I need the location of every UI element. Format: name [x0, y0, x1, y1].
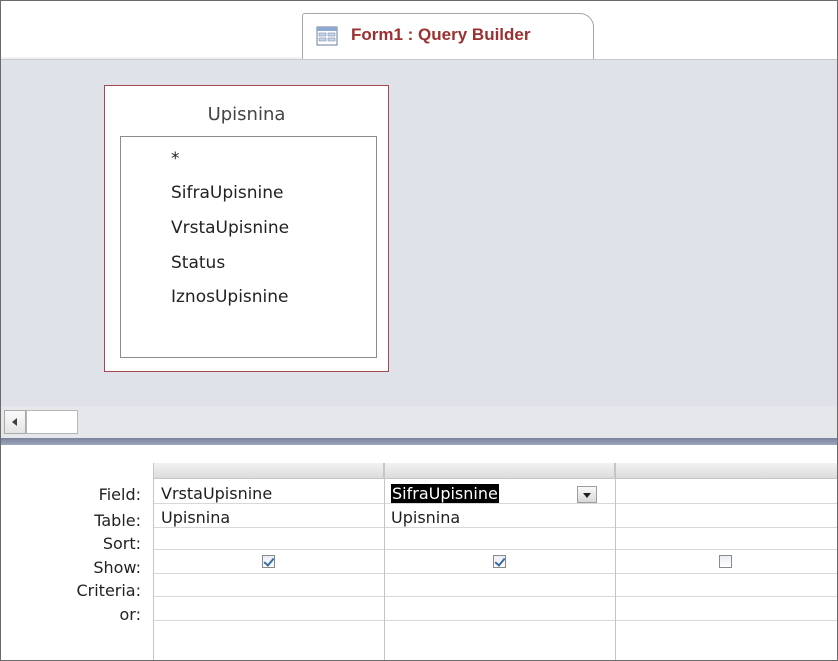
row-label-sort: Sort: [102, 534, 141, 553]
field-list-item[interactable]: VrstaUpisnine [171, 218, 289, 238]
table-cell[interactable]: Upisnina [391, 508, 460, 527]
grid-line [154, 620, 837, 621]
query-design-grid-area: Field: Table: Sort: Show: Criteria: or: … [1, 445, 837, 660]
query-design-grid[interactable]: VrstaUpisnine Upisnina SifraUpisnine Upi… [153, 463, 837, 660]
field-list-item[interactable]: IznosUpisnine [171, 287, 289, 307]
column-selector[interactable] [154, 463, 384, 479]
query-form-icon [316, 26, 338, 46]
field-list-item[interactable]: Status [171, 253, 225, 273]
grid-line [154, 573, 837, 574]
tab-strip: Form1 : Query Builder [1, 1, 837, 61]
column-selector[interactable] [384, 463, 615, 479]
field-cell[interactable]: VrstaUpisnine [161, 484, 272, 503]
table-title[interactable]: Upisnina [105, 104, 388, 125]
chevron-down-icon[interactable] [577, 486, 597, 503]
scroll-left-arrow-icon[interactable] [4, 410, 26, 434]
show-checkbox[interactable] [262, 555, 275, 568]
horizontal-scrollbar[interactable] [1, 406, 837, 438]
pane-splitter[interactable] [1, 438, 837, 445]
field-list[interactable]: * SifraUpisnine VrstaUpisnine Status Izn… [120, 136, 377, 358]
grid-line [154, 596, 837, 597]
row-label-or: or: [119, 605, 141, 624]
query-design-area[interactable]: Upisnina * SifraUpisnine VrstaUpisnine S… [1, 59, 837, 406]
row-label-table: Table: [94, 511, 141, 530]
scrollbar-thumb[interactable] [26, 410, 78, 434]
grid-line [615, 463, 616, 660]
grid-line [154, 503, 837, 504]
column-selector[interactable] [615, 463, 837, 479]
table-cell[interactable]: Upisnina [161, 508, 230, 527]
selected-field-text: SifraUpisnine [391, 484, 499, 503]
grid-line [384, 463, 385, 660]
field-list-item[interactable]: SifraUpisnine [171, 183, 283, 203]
row-label-field: Field: [98, 485, 141, 504]
tab-query-builder[interactable]: Form1 : Query Builder [302, 13, 594, 59]
show-checkbox[interactable] [493, 555, 506, 568]
table-field-list-window[interactable]: Upisnina * SifraUpisnine VrstaUpisnine S… [104, 85, 389, 372]
query-builder-window: Form1 : Query Builder Upisnina * SifraUp… [0, 0, 838, 661]
field-cell-selected[interactable]: SifraUpisnine [391, 484, 499, 503]
grid-line [154, 527, 837, 528]
row-label-show: Show: [93, 558, 141, 577]
field-list-item-all[interactable]: * [171, 149, 180, 169]
grid-line [154, 549, 837, 550]
tab-title: Form1 : Query Builder [351, 25, 531, 44]
show-checkbox[interactable] [719, 555, 732, 568]
row-label-criteria: Criteria: [76, 581, 141, 600]
